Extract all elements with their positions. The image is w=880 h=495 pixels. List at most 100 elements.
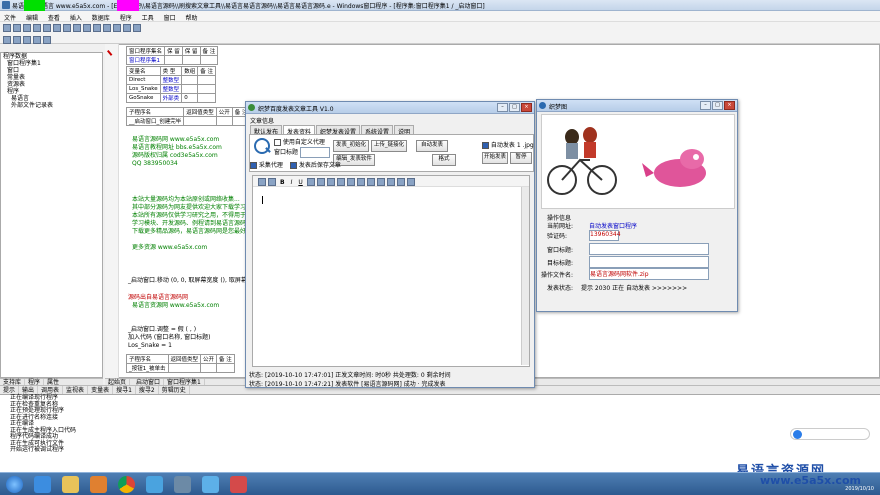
format-button[interactable]: 格式	[432, 154, 456, 166]
window-title-input[interactable]	[589, 243, 709, 255]
minimize-button[interactable]: –	[497, 103, 508, 112]
italic-button[interactable]: I	[291, 179, 293, 186]
verify-input[interactable]: 13960344	[589, 230, 621, 241]
new-icon[interactable]	[3, 24, 11, 32]
app-task-icon[interactable]	[230, 476, 247, 493]
stop-button[interactable]: 暂停	[510, 152, 532, 164]
align-center-icon[interactable]	[13, 36, 21, 44]
tree-item[interactable]: 易语言	[1, 95, 102, 102]
cut-icon[interactable]	[33, 24, 41, 32]
editor-scrollbar[interactable]	[521, 187, 529, 365]
undo-icon[interactable]	[63, 24, 71, 32]
code-line: 加入代码 (窗口名称, 窗口标题)	[128, 334, 211, 341]
cell	[197, 84, 216, 94]
numbered-list-icon[interactable]	[346, 178, 355, 186]
open-icon[interactable]	[13, 24, 21, 32]
align-right-icon[interactable]	[326, 178, 335, 186]
save-icon[interactable]	[23, 24, 31, 32]
ime-toolbar[interactable]	[790, 428, 870, 440]
run-icon[interactable]	[93, 24, 101, 32]
auto-post-checkbox[interactable]	[482, 142, 489, 149]
browser-icon[interactable]	[146, 476, 163, 493]
cell	[164, 55, 183, 65]
window-title-row: 窗口标题	[274, 147, 298, 156]
operate-file-input[interactable]: 易语言源码网软件.zip	[589, 268, 709, 280]
proxy-file-checkbox[interactable]	[250, 162, 257, 169]
maximize-button[interactable]: □	[712, 101, 723, 110]
cell: 数组	[181, 66, 199, 76]
tree-item[interactable]: 外部文件记录表	[1, 102, 102, 109]
tree-item[interactable]: 资源表	[1, 81, 102, 88]
bold-button[interactable]: B	[280, 179, 285, 186]
target-title-label: 目标标题:	[547, 260, 574, 267]
cell	[197, 75, 216, 85]
start-button[interactable]	[6, 476, 23, 493]
code-content: 窗口程序集名保 留保 留备 注 窗口程序集1 变量名类 型数组备 注 Direc…	[125, 46, 256, 126]
indent-icon[interactable]	[356, 178, 365, 186]
align-left-icon[interactable]	[306, 178, 315, 186]
tree-item[interactable]: 窗口程序集1	[1, 60, 102, 67]
align-center-icon[interactable]	[316, 178, 325, 186]
close-button[interactable]: ×	[521, 103, 532, 112]
tree-item[interactable]: 程序	[1, 88, 102, 95]
tree-item[interactable]: 常量表	[1, 74, 102, 81]
comment-line: 易语言源码网 www.e5a5x.com	[132, 136, 220, 143]
settings-icon[interactable]	[174, 476, 191, 493]
explorer-icon[interactable]	[62, 476, 79, 493]
toolbar	[0, 22, 880, 44]
ie-icon[interactable]	[34, 476, 51, 493]
upload-proxy-button[interactable]: 上传_链接化	[371, 140, 407, 152]
poster-task-icon[interactable]	[202, 476, 219, 493]
cell: 备 注	[197, 66, 216, 76]
custom-proxy-checkbox[interactable]	[274, 139, 281, 146]
open-dir-button[interactable]: 开始发表	[482, 152, 508, 164]
highlight-icon[interactable]	[268, 178, 276, 186]
maximize-button[interactable]: □	[509, 103, 520, 112]
redo-icon[interactable]	[73, 24, 81, 32]
image-icon[interactable]	[386, 178, 395, 186]
window-title-label: 窗口标题	[274, 149, 299, 156]
find-icon[interactable]	[83, 24, 91, 32]
poster-title: 织梦百度发表文章工具 V1.0	[258, 106, 334, 113]
grid-icon[interactable]	[33, 36, 41, 44]
post-init-button[interactable]: 发表_初始化	[333, 140, 369, 152]
save-checkbox[interactable]	[290, 162, 297, 169]
compile-icon[interactable]	[133, 24, 141, 32]
step-icon[interactable]	[113, 24, 121, 32]
cell: 整数型	[159, 75, 183, 85]
preview-image	[541, 114, 735, 209]
code-gutter	[105, 44, 119, 378]
paste-icon[interactable]	[53, 24, 61, 32]
minimize-button[interactable]: –	[700, 101, 711, 110]
breakpoint-icon[interactable]	[123, 24, 131, 32]
lock-icon[interactable]	[43, 36, 51, 44]
window-title-input[interactable]	[300, 147, 330, 158]
copy-icon[interactable]	[43, 24, 51, 32]
close-button[interactable]: ×	[724, 101, 735, 110]
underline-button[interactable]: U	[298, 179, 302, 186]
code-lines: _启动窗口.调整 = 假 ( , ) 加入代码 (窗口名称, 窗口标题) Los…	[128, 326, 210, 350]
media-icon[interactable]	[90, 476, 107, 493]
app-icon	[539, 102, 546, 109]
code-line: _启动窗口.调整 = 假 ( , )	[128, 326, 197, 333]
cell	[199, 55, 219, 65]
current-url-value: 自动发表窗口程序	[589, 223, 638, 230]
align-left-icon[interactable]	[3, 36, 11, 44]
outdent-icon[interactable]	[366, 178, 375, 186]
font-color-icon[interactable]	[258, 178, 266, 186]
auto-post-row: 自动发表 1 .jpg	[482, 140, 534, 149]
list-icon[interactable]	[336, 178, 345, 186]
stop-icon[interactable]	[103, 24, 111, 32]
table-icon[interactable]	[396, 178, 405, 186]
chrome-icon[interactable]	[118, 476, 135, 493]
target-title-input[interactable]	[589, 256, 709, 268]
source-icon[interactable]	[406, 178, 415, 186]
cell: 子程序名	[126, 354, 169, 364]
preview-dialog: 织梦图 – □ × 操作信息 当前网址: 自动发表窗口程序 验证码: 1396034…	[536, 99, 738, 312]
tree-item[interactable]: 程序数据	[1, 53, 102, 60]
link-icon[interactable]	[376, 178, 385, 186]
auto-post-button[interactable]: 自动发表	[416, 140, 448, 152]
watermark-url: www.e5a5x.com	[760, 474, 861, 487]
tree-item[interactable]: 窗口	[1, 67, 102, 74]
align-right-icon[interactable]	[23, 36, 31, 44]
